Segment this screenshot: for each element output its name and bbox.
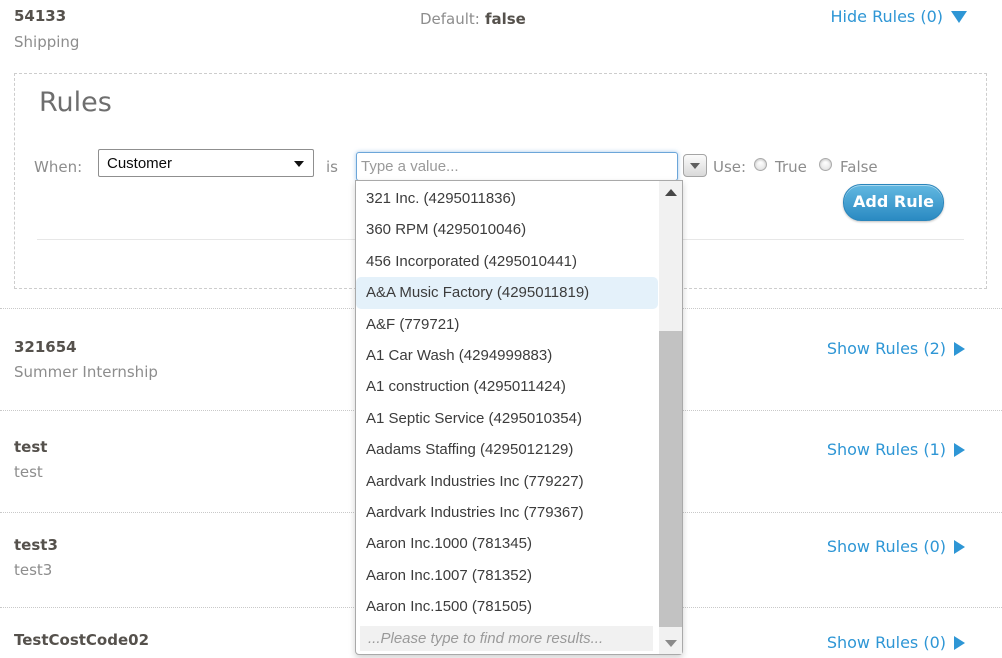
dropdown-toggle-arrow-icon bbox=[690, 162, 700, 169]
cost-code-number: test bbox=[14, 438, 48, 456]
field-select-value: Customer bbox=[107, 154, 173, 172]
dropdown-option[interactable]: Aaron Inc.1007 (781352) bbox=[356, 560, 658, 591]
value-input[interactable] bbox=[356, 152, 678, 181]
scroll-down-button[interactable] bbox=[659, 634, 682, 652]
scroll-down-arrow-icon bbox=[664, 639, 677, 647]
show-rules-link[interactable]: Show Rules (0) bbox=[827, 537, 965, 557]
cost-code-name: Summer Internship bbox=[14, 363, 158, 381]
dropdown-option[interactable]: Aaron Inc.1500 (781505) bbox=[356, 591, 658, 622]
default-label: Default: bbox=[420, 10, 480, 28]
expand-triangle-icon bbox=[954, 443, 965, 457]
dropdown-option[interactable]: 360 RPM (4295010046) bbox=[356, 214, 658, 245]
dropdown-option[interactable]: Aardvark Industries Inc (779367) bbox=[356, 497, 658, 528]
hide-rules-label: Hide Rules (0) bbox=[830, 7, 943, 26]
add-rule-button[interactable]: Add Rule bbox=[843, 184, 944, 221]
dropdown-option[interactable]: Aaron Inc.1000 (781345) bbox=[356, 528, 658, 559]
show-rules-link[interactable]: Show Rules (1) bbox=[827, 440, 965, 460]
field-select[interactable]: Customer bbox=[98, 149, 314, 177]
show-rules-link[interactable]: Show Rules (0) bbox=[827, 633, 965, 653]
show-rules-label: Show Rules (0) bbox=[826, 537, 946, 556]
dropdown-option[interactable]: 456 Incorporated (4295010441) bbox=[356, 246, 658, 277]
dropdown-toggle-button[interactable] bbox=[683, 154, 707, 177]
radio-true[interactable] bbox=[754, 158, 767, 171]
show-rules-label: Show Rules (1) bbox=[826, 440, 946, 459]
show-rules-link[interactable]: Show Rules (2) bbox=[827, 339, 965, 359]
dropdown-option-list: 321 Inc. (4295011836) 360 RPM (429501004… bbox=[356, 183, 658, 622]
cost-codes-page: 54133 Shipping Default: false Hide Rules… bbox=[0, 0, 1002, 658]
radio-true-label[interactable]: True bbox=[775, 157, 807, 177]
collapse-triangle-icon bbox=[951, 11, 967, 23]
is-label: is bbox=[326, 158, 338, 176]
select-arrow-icon bbox=[294, 161, 304, 167]
show-rules-label: Show Rules (0) bbox=[826, 633, 946, 652]
cost-code-number: 321654 bbox=[14, 338, 77, 356]
cost-code-number: TestCostCode02 bbox=[14, 631, 150, 649]
dropdown-option[interactable]: A1 construction (4295011424) bbox=[356, 371, 658, 402]
cost-code-name: test bbox=[14, 463, 43, 481]
more-results-hint: ...Please type to find more results... bbox=[360, 626, 653, 651]
radio-false-label[interactable]: False bbox=[840, 157, 878, 177]
dropdown-option[interactable]: Aardvark Industries Inc (779227) bbox=[356, 466, 658, 497]
dropdown-option[interactable]: A&F (779721) bbox=[356, 309, 658, 340]
expand-triangle-icon bbox=[954, 342, 965, 356]
cost-code-name: test3 bbox=[14, 561, 53, 579]
show-rules-label: Show Rules (2) bbox=[826, 339, 946, 358]
radio-false[interactable] bbox=[819, 158, 832, 171]
dropdown-option[interactable]: A1 Septic Service (4295010354) bbox=[356, 403, 658, 434]
dropdown-option[interactable]: A1 Car Wash (4294999883) bbox=[356, 340, 658, 371]
rules-panel-title: Rules bbox=[39, 87, 112, 118]
dropdown-option[interactable]: Aadams Staffing (4295012129) bbox=[356, 434, 658, 465]
cost-code-number: test3 bbox=[14, 536, 58, 554]
use-label: Use: bbox=[713, 158, 747, 176]
when-label: When: bbox=[34, 158, 83, 176]
cost-code-name: Shipping bbox=[14, 33, 80, 51]
expand-triangle-icon bbox=[954, 540, 965, 554]
default-value: false bbox=[484, 10, 526, 28]
dropdown-option[interactable]: 321 Inc. (4295011836) bbox=[356, 183, 658, 214]
cost-code-number: 54133 bbox=[14, 7, 67, 25]
scrollbar-thumb[interactable] bbox=[659, 331, 682, 627]
value-dropdown: 321 Inc. (4295011836) 360 RPM (429501004… bbox=[355, 180, 683, 655]
scroll-up-arrow-icon bbox=[664, 188, 677, 196]
hide-rules-link[interactable]: Hide Rules (0) bbox=[831, 7, 967, 27]
scroll-up-button[interactable] bbox=[659, 183, 682, 201]
dropdown-option-highlighted[interactable]: A&A Music Factory (4295011819) bbox=[356, 277, 658, 309]
expand-triangle-icon bbox=[954, 636, 965, 650]
dropdown-scrollbar-track[interactable] bbox=[659, 181, 682, 654]
